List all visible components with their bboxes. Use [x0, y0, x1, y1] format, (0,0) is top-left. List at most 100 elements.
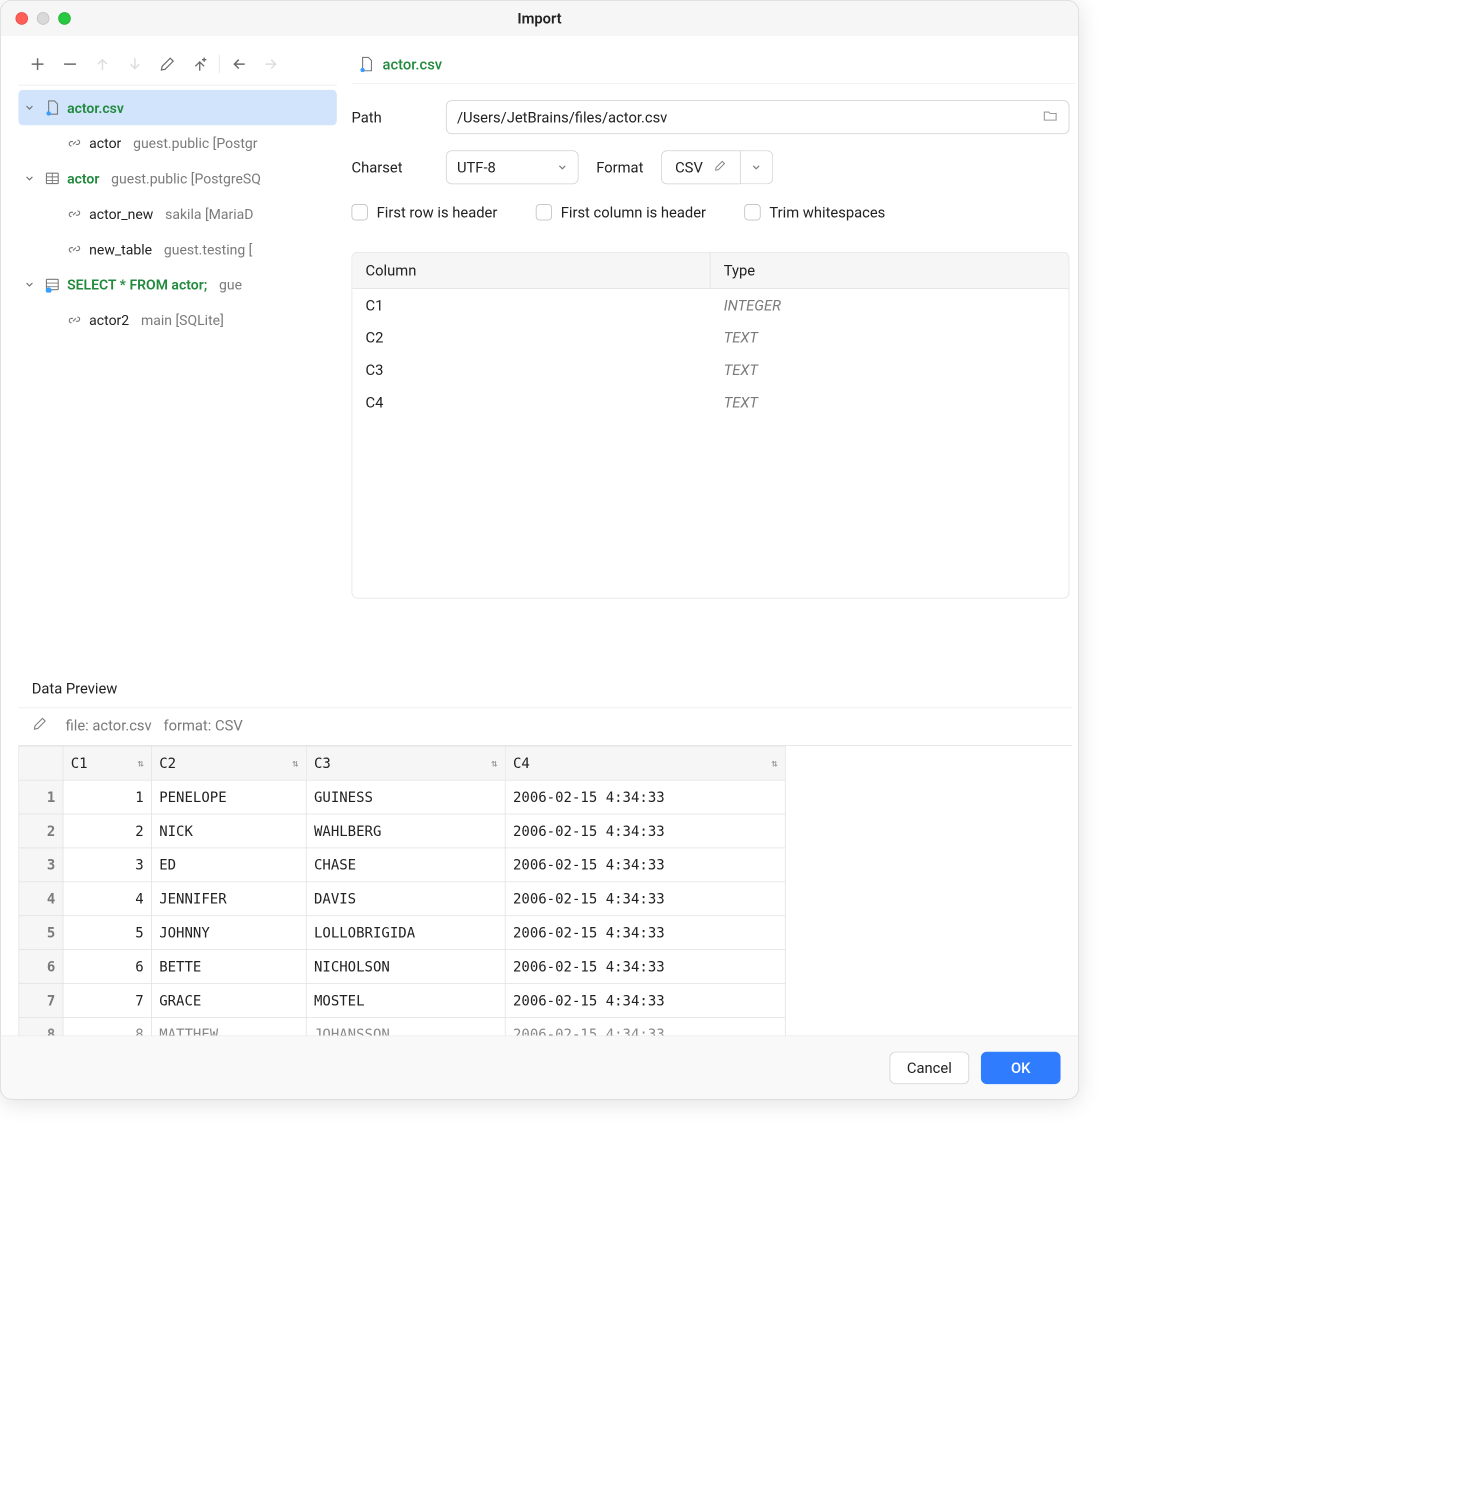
first-col-header-check[interactable]: First column is header [536, 203, 706, 221]
grid-cell[interactable]: 2006-02-15 4:34:33 [505, 848, 785, 882]
trim-whitespace-check[interactable]: Trim whitespaces [744, 203, 885, 221]
charset-value: UTF-8 [457, 158, 496, 176]
tree-meta: guest.testing [ [164, 241, 253, 258]
charset-label: Charset [352, 158, 429, 176]
grid-row[interactable]: 77GRACEMOSTEL2006-02-15 4:34:33 [19, 984, 785, 1018]
grid-cell[interactable]: MOSTEL [306, 984, 505, 1018]
grid-row[interactable]: 22NICKWAHLBERG2006-02-15 4:34:33 [19, 814, 785, 848]
first-row-header-check[interactable]: First row is header [352, 203, 498, 221]
charset-combo[interactable]: UTF-8 [446, 150, 579, 184]
folder-icon[interactable] [1042, 107, 1058, 127]
tree-item-table[interactable]: actor guest.public [PostgreSQ [18, 161, 336, 196]
grid-cell[interactable]: PENELOPE [151, 780, 306, 814]
assign-target-button[interactable] [184, 51, 216, 78]
grid-cell[interactable]: GRACE [151, 984, 306, 1018]
toolbar-separator [219, 55, 220, 74]
sort-icon: ⇅ [292, 757, 298, 769]
pencil-icon[interactable] [713, 158, 726, 176]
chevron-down-icon [557, 158, 567, 176]
tree-item-leaf[interactable]: actor guest.public [Postgr [18, 125, 336, 160]
grid-cell[interactable]: 5 [63, 916, 151, 950]
grid-cell[interactable]: 4 [63, 882, 151, 916]
column-row[interactable]: C2 TEXT [352, 321, 1068, 353]
grid-cell[interactable]: 2006-02-15 4:34:33 [505, 882, 785, 916]
preview-section: Data Preview file: actor.csv format: CSV… [1, 674, 1078, 1052]
forward-button[interactable] [255, 51, 287, 78]
column-type: TEXT [710, 321, 1068, 353]
back-button[interactable] [223, 51, 255, 78]
grid-cell[interactable]: ED [151, 848, 306, 882]
grid-cell[interactable]: GUINESS [306, 780, 505, 814]
grid-cell[interactable]: NICK [151, 814, 306, 848]
grid-cell[interactable]: WAHLBERG [306, 814, 505, 848]
tree-label: actor [67, 170, 99, 187]
tree-label: actor2 [89, 311, 129, 328]
row-number: 5 [19, 916, 63, 950]
grid-cell[interactable]: 2 [63, 814, 151, 848]
grid-row[interactable]: 11PENELOPEGUINESS2006-02-15 4:34:33 [19, 780, 785, 814]
tree-item-file[interactable]: actor.csv [18, 90, 336, 125]
preview-title: Data Preview [18, 677, 1072, 708]
column-row[interactable]: C4 TEXT [352, 386, 1068, 418]
pencil-icon [158, 55, 176, 73]
remove-button[interactable] [54, 51, 86, 78]
source-tree[interactable]: actor.csv actor guest.public [Postgr [18, 85, 336, 337]
grid-row[interactable]: 66BETTENICHOLSON2006-02-15 4:34:33 [19, 950, 785, 984]
minimize-window-button[interactable] [37, 12, 50, 25]
tree-item-leaf[interactable]: actor2 main [SQLite] [18, 302, 336, 337]
grid-cell[interactable]: BETTE [151, 950, 306, 984]
tree-item-leaf[interactable]: actor_new sakila [MariaD [18, 196, 336, 231]
grid-cell[interactable]: 2006-02-15 4:34:33 [505, 984, 785, 1018]
grid-cell[interactable]: 1 [63, 780, 151, 814]
grid-row[interactable]: 33EDCHASE2006-02-15 4:34:33 [19, 848, 785, 882]
cancel-button[interactable]: Cancel [890, 1051, 970, 1083]
grid-cell[interactable]: 2006-02-15 4:34:33 [505, 780, 785, 814]
pencil-icon[interactable] [32, 716, 48, 735]
sort-icon: ⇅ [771, 757, 777, 769]
tree-item-leaf[interactable]: new_table guest.testing [ [18, 231, 336, 266]
column-row[interactable]: C3 TEXT [352, 354, 1068, 386]
grid-cell[interactable]: 2006-02-15 4:34:33 [505, 916, 785, 950]
grid-cell[interactable]: 2006-02-15 4:34:33 [505, 814, 785, 848]
format-dropdown-button[interactable] [740, 150, 772, 184]
grid-header[interactable]: C2⇅ [151, 746, 306, 780]
edit-button[interactable] [151, 51, 183, 78]
tree-meta: gue [219, 276, 242, 293]
column-type: TEXT [710, 386, 1068, 418]
grid-row[interactable]: 55JOHNNYLOLLOBRIGIDA2006-02-15 4:34:33 [19, 916, 785, 950]
grid-cell[interactable]: 6 [63, 950, 151, 984]
grid-cell[interactable]: 3 [63, 848, 151, 882]
grid-cell[interactable]: NICHOLSON [306, 950, 505, 984]
arrow-down-icon [126, 55, 144, 73]
grid-cell[interactable]: LOLLOBRIGIDA [306, 916, 505, 950]
path-input[interactable]: /Users/JetBrains/files/actor.csv [446, 100, 1070, 134]
grid-cell[interactable]: JENNIFER [151, 882, 306, 916]
preview-grid[interactable]: C1⇅ C2⇅ C3⇅ C4⇅ 11PENELOPEGUINESS2006-02… [18, 745, 1072, 1052]
link-icon [66, 240, 84, 258]
add-button[interactable] [21, 51, 53, 78]
column-row[interactable]: C1 INTEGER [352, 289, 1068, 321]
grid-cell[interactable]: DAVIS [306, 882, 505, 916]
tree-item-query[interactable]: SELECT * FROM actor; gue [18, 267, 336, 302]
grid-cell[interactable]: 7 [63, 984, 151, 1018]
columns-table[interactable]: Column Type C1 INTEGER C2 TEXT C3 TEXT [352, 252, 1070, 598]
grid-header[interactable]: C3⇅ [306, 746, 505, 780]
sort-icon: ⇅ [137, 757, 143, 769]
tree-label: SELECT * FROM actor; [67, 276, 207, 293]
grid-cell[interactable]: JOHNNY [151, 916, 306, 950]
format-combo[interactable]: CSV [661, 150, 773, 184]
grid-header[interactable]: C1⇅ [63, 746, 151, 780]
chevron-down-icon [751, 162, 761, 172]
preview-format-label: format: CSV [163, 716, 242, 734]
grid-cell[interactable]: CHASE [306, 848, 505, 882]
ok-button[interactable]: OK [981, 1051, 1061, 1083]
grid-row[interactable]: 44JENNIFERDAVIS2006-02-15 4:34:33 [19, 882, 785, 916]
tree-label: actor.csv [67, 99, 124, 116]
grid-cell[interactable]: 2006-02-15 4:34:33 [505, 950, 785, 984]
move-up-button[interactable] [86, 51, 118, 78]
grid-header[interactable]: C4⇅ [505, 746, 785, 780]
move-down-button[interactable] [119, 51, 151, 78]
file-name: actor.csv [383, 55, 443, 73]
close-window-button[interactable] [15, 12, 28, 25]
fullscreen-window-button[interactable] [58, 12, 71, 25]
